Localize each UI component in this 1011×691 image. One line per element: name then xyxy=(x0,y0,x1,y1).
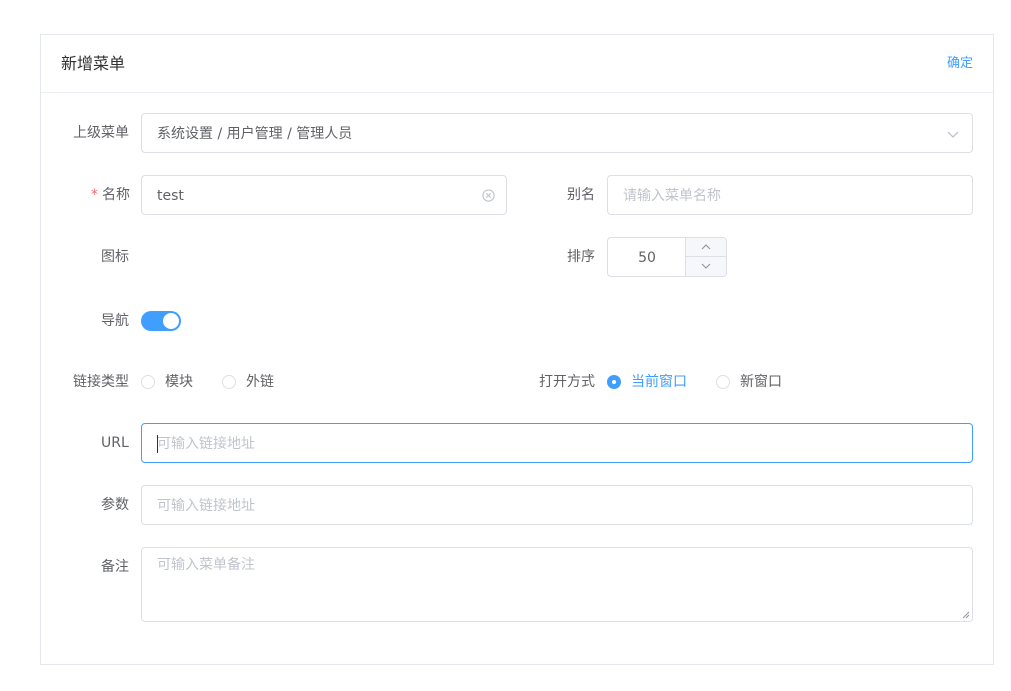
radio-module[interactable]: 模块 xyxy=(141,372,201,392)
clear-icon[interactable] xyxy=(481,188,496,203)
name-value: test xyxy=(157,188,184,204)
sort-stepper[interactable]: 50 xyxy=(607,237,727,277)
name-label-text: 名称 xyxy=(102,187,130,203)
url-placeholder: 可输入链接地址 xyxy=(157,436,255,452)
radio-current-window[interactable]: 当前窗口 xyxy=(607,372,697,392)
parent-menu-select[interactable]: 系统设置 / 用户管理 / 管理人员 xyxy=(141,113,973,153)
increase-button[interactable] xyxy=(686,238,726,257)
radio-circle xyxy=(222,375,236,389)
radio-new-window-label: 新窗口 xyxy=(740,374,782,390)
link-type-label: 链接类型 xyxy=(73,374,129,390)
alias-input[interactable]: 请输入菜单名称 xyxy=(607,175,973,215)
alias-placeholder: 请输入菜单名称 xyxy=(623,188,721,204)
nav-label: 导航 xyxy=(101,313,129,329)
name-input[interactable]: test xyxy=(141,175,507,215)
open-mode-label: 打开方式 xyxy=(539,374,595,390)
stepper-buttons xyxy=(685,238,726,276)
alias-label: 别名 xyxy=(567,187,595,203)
radio-external[interactable]: 外链 xyxy=(222,372,282,392)
confirm-button[interactable]: 确定 xyxy=(947,55,973,73)
toggle-knob xyxy=(163,313,179,329)
resize-handle-icon[interactable] xyxy=(962,611,970,619)
parent-menu-label: 上级菜单 xyxy=(73,125,129,141)
nav-toggle[interactable] xyxy=(141,311,181,331)
name-label: * 名称 xyxy=(91,185,130,205)
url-label: URL xyxy=(101,435,129,451)
sort-label: 排序 xyxy=(567,249,595,265)
params-input[interactable]: 可输入链接地址 xyxy=(141,485,973,525)
params-label: 参数 xyxy=(101,497,129,513)
remark-label: 备注 xyxy=(101,559,129,575)
radio-module-label: 模块 xyxy=(165,374,193,390)
radio-current-window-label: 当前窗口 xyxy=(631,374,687,390)
parent-menu-value: 系统设置 / 用户管理 / 管理人员 xyxy=(157,126,353,142)
decrease-button[interactable] xyxy=(686,257,726,276)
text-cursor xyxy=(157,435,158,453)
chevron-down-icon xyxy=(701,263,711,269)
chevron-up-icon xyxy=(701,244,711,250)
remark-placeholder: 可输入菜单备注 xyxy=(157,557,255,573)
card-header: 新增菜单 确定 xyxy=(41,35,993,93)
radio-new-window[interactable]: 新窗口 xyxy=(716,372,796,392)
radio-external-label: 外链 xyxy=(246,374,274,390)
remark-textarea[interactable]: 可输入菜单备注 xyxy=(141,547,973,622)
page-title: 新增菜单 xyxy=(61,54,126,73)
params-placeholder: 可输入链接地址 xyxy=(157,498,255,514)
chevron-down-icon xyxy=(947,131,959,138)
required-mark: * xyxy=(91,187,98,203)
url-input[interactable]: 可输入链接地址 xyxy=(141,423,973,463)
radio-circle xyxy=(141,375,155,389)
sort-value: 50 xyxy=(638,250,656,266)
radio-circle-checked xyxy=(607,375,621,389)
radio-circle xyxy=(716,375,730,389)
icon-label: 图标 xyxy=(101,249,129,265)
